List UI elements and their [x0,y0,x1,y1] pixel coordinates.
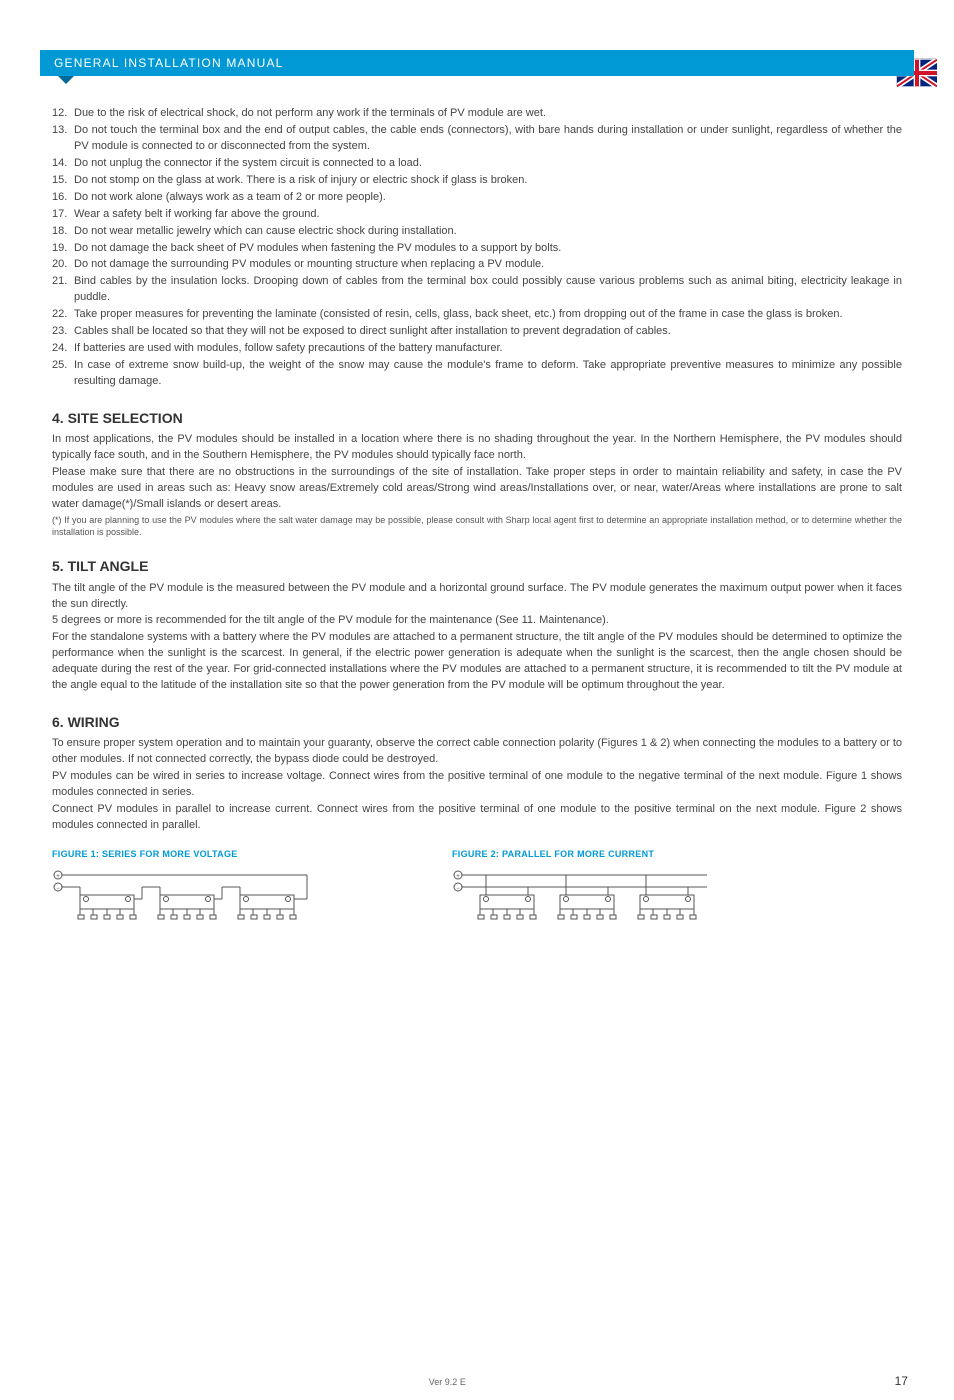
list-item: 17.Wear a safety belt if working far abo… [52,207,902,223]
list-item: 16.Do not work alone (always work as a t… [52,190,902,206]
section-title-tilt: 5. TILT ANGLE [52,556,902,576]
svg-text:+: + [56,874,60,880]
list-text: Do not work alone (always work as a team… [74,190,902,206]
list-item: 13.Do not touch the terminal box and the… [52,123,902,155]
list-text: In case of extreme snow build-up, the we… [74,358,902,390]
section-title-site: 4. SITE SELECTION [52,408,902,428]
list-item: 21.Bind cables by the insulation locks. … [52,274,902,306]
figures-row: FIGURE 1: SERIES FOR MORE VOLTAGE + − [52,848,902,927]
body-text: PV modules can be wired in series to inc… [52,769,902,801]
list-num: 22. [52,307,74,323]
list-text: Do not unplug the connector if the syste… [74,156,902,172]
list-item: 24.If batteries are used with modules, f… [52,341,902,357]
body-text: To ensure proper system operation and to… [52,736,902,768]
list-item: 14.Do not unplug the connector if the sy… [52,156,902,172]
body-text: In most applications, the PV modules sho… [52,432,902,464]
list-num: 21. [52,274,74,306]
body-text: 5 degrees or more is recommended for the… [52,613,902,629]
footer: Ver 9.2 E 17 [0,1374,954,1388]
list-num: 16. [52,190,74,206]
list-num: 25. [52,358,74,390]
list-num: 19. [52,241,74,257]
list-num: 13. [52,123,74,155]
list-item: 19.Do not damage the back sheet of PV mo… [52,241,902,257]
header-tab-icon [58,76,74,84]
list-num: 17. [52,207,74,223]
list-item: 25.In case of extreme snow build-up, the… [52,358,902,390]
list-num: 18. [52,224,74,240]
content: 12.Due to the risk of electrical shock, … [52,106,902,927]
svg-text:−: − [56,886,60,892]
list-num: 15. [52,173,74,189]
header-title: GENERAL INSTALLATION MANUAL [54,56,284,70]
list-text: Do not damage the surrounding PV modules… [74,257,902,273]
list-text: Do not touch the terminal box and the en… [74,123,902,155]
list-item: 12.Due to the risk of electrical shock, … [52,106,902,122]
list-item: 23.Cables shall be located so that they … [52,324,902,340]
list-num: 24. [52,341,74,357]
list-num: 20. [52,257,74,273]
figure-1: FIGURE 1: SERIES FOR MORE VOLTAGE + − [52,848,312,927]
body-text: For the standalone systems with a batter… [52,630,902,694]
list-text: Do not wear metallic jewelry which can c… [74,224,902,240]
list-text: Cables shall be located so that they wil… [74,324,902,340]
list-item: 22.Take proper measures for preventing t… [52,307,902,323]
list-text: Do not stomp on the glass at work. There… [74,173,902,189]
body-text: Please make sure that there are no obstr… [52,465,902,513]
series-diagram-icon: + − [52,867,312,927]
list-item: 20.Do not damage the surrounding PV modu… [52,257,902,273]
body-text: Connect PV modules in parallel to increa… [52,802,902,834]
section-title-wiring: 6. WIRING [52,712,902,732]
list-text: Do not damage the back sheet of PV modul… [74,241,902,257]
list-item: 15.Do not stomp on the glass at work. Th… [52,173,902,189]
list-item: 18.Do not wear metallic jewelry which ca… [52,224,902,240]
list-text: Take proper measures for preventing the … [74,307,902,323]
list-text: Wear a safety belt if working far above … [74,207,902,223]
list-text: Due to the risk of electrical shock, do … [74,106,902,122]
page: GENERAL INSTALLATION MANUAL 12.Due to th… [0,50,954,1400]
figure-title: FIGURE 2: PARALLEL FOR MORE CURRENT [452,848,712,861]
list-num: 12. [52,106,74,122]
parallel-diagram-icon: + − [452,867,712,927]
numbered-list: 12.Due to the risk of electrical shock, … [52,106,902,390]
figure-2: FIGURE 2: PARALLEL FOR MORE CURRENT + − [452,848,712,927]
list-num: 14. [52,156,74,172]
footnote-text: (*) If you are planning to use the PV mo… [52,515,902,538]
list-text: If batteries are used with modules, foll… [74,341,902,357]
svg-text:−: − [456,886,460,892]
svg-text:+: + [456,874,460,880]
body-text: The tilt angle of the PV module is the m… [52,581,902,613]
page-number: 17 [895,1374,908,1388]
figure-title: FIGURE 1: SERIES FOR MORE VOLTAGE [52,848,312,861]
header-bar: GENERAL INSTALLATION MANUAL [40,50,914,76]
list-num: 23. [52,324,74,340]
version-label: Ver 9.2 E [429,1377,466,1387]
list-text: Bind cables by the insulation locks. Dro… [74,274,902,306]
